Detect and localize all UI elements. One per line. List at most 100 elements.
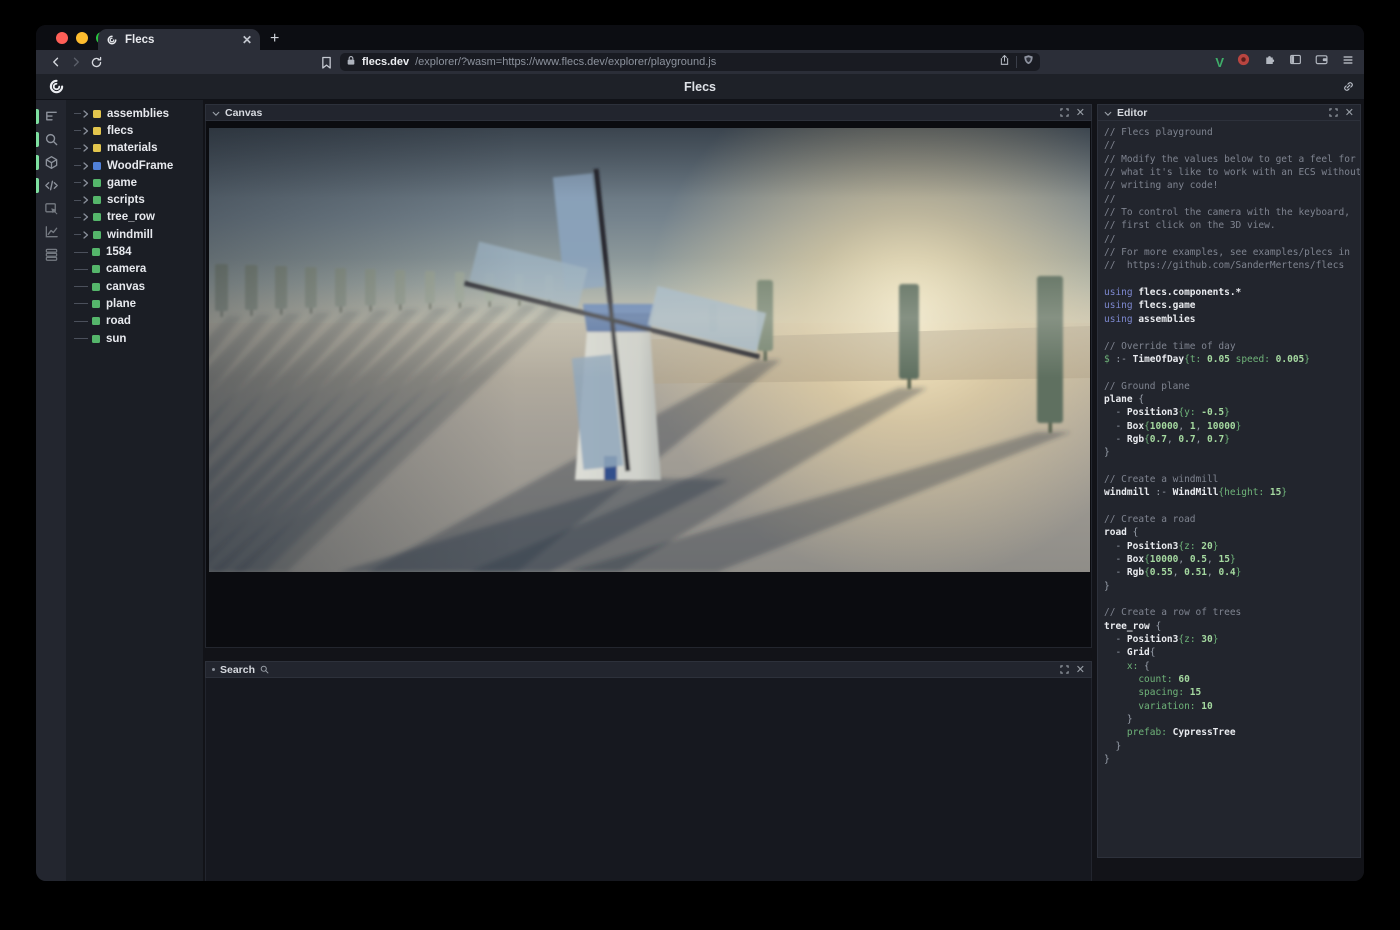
wallet-icon[interactable]	[1315, 53, 1329, 71]
tree-connector	[74, 165, 81, 166]
entity-tag-yellow	[93, 144, 101, 152]
editor-panel-body[interactable]: // Flecs playground//// Modify the value…	[1097, 121, 1361, 858]
entity-tag-blue	[93, 162, 101, 170]
browser-toolbar: flecs.dev/explorer/?wasm=https://www.fle…	[36, 50, 1364, 74]
tree-item-label: materials	[107, 142, 158, 154]
tree-item-label: canvas	[106, 281, 145, 293]
tree-item-label: game	[107, 177, 137, 189]
panel-bullet-icon[interactable]	[212, 668, 215, 671]
menu-icon[interactable]	[1342, 53, 1354, 71]
editor-panel-title: Editor	[1117, 107, 1147, 119]
url-domain: flecs.dev	[362, 56, 409, 68]
puzzle-icon[interactable]	[1263, 53, 1276, 71]
close-panel-icon[interactable]: ✕	[1076, 665, 1085, 675]
tree-item-camera[interactable]: camera	[66, 261, 203, 278]
minimize-window-button[interactable]	[76, 32, 88, 44]
tree-item-label: assemblies	[107, 108, 169, 120]
tree-item-label: 1584	[106, 246, 132, 258]
tree-item-label: road	[106, 315, 131, 327]
chevron-right-icon[interactable]	[83, 144, 89, 152]
tree-item-plane[interactable]: plane	[66, 295, 203, 312]
entity-tag-green	[93, 196, 101, 204]
tree-item-tree_row[interactable]: tree_row	[66, 209, 203, 226]
urlbar-divider	[1016, 56, 1017, 68]
expand-panel-icon[interactable]	[1060, 104, 1069, 122]
extension-v-icon[interactable]: V	[1215, 55, 1224, 70]
entity-tag-green	[92, 335, 100, 343]
tree-item-game[interactable]: game	[66, 174, 203, 191]
code-icon[interactable]	[36, 174, 66, 197]
expand-panel-icon[interactable]	[1329, 104, 1338, 122]
tree-item-label: sun	[106, 333, 126, 345]
browser-tab[interactable]: Flecs ✕	[98, 29, 260, 50]
page-header: Flecs	[36, 74, 1364, 100]
share-icon[interactable]	[999, 53, 1010, 71]
tree-connector	[74, 286, 88, 287]
chevron-right-icon[interactable]	[83, 196, 89, 204]
page-content: assemblies flecs materials WoodFrame game scr…	[36, 100, 1364, 881]
back-icon[interactable]	[46, 56, 66, 68]
close-panel-icon[interactable]: ✕	[1076, 108, 1085, 118]
canvas-panel-header: Canvas ✕	[205, 104, 1092, 121]
storage-icon[interactable]	[36, 243, 66, 266]
tree-item-road[interactable]: road	[66, 313, 203, 330]
inspect-icon[interactable]	[36, 197, 66, 220]
entity-tag-green	[92, 300, 100, 308]
tree-item-1584[interactable]: 1584	[66, 243, 203, 260]
sidebar-toggle-icon[interactable]	[1289, 53, 1302, 71]
bookmark-icon[interactable]	[321, 56, 332, 74]
search-icon[interactable]	[36, 128, 66, 151]
expand-panel-icon[interactable]	[1060, 661, 1069, 679]
chevron-right-icon[interactable]	[83, 110, 89, 118]
tree-connector	[74, 321, 88, 322]
entity-tree-icon[interactable]	[36, 105, 66, 128]
close-tab-icon[interactable]: ✕	[242, 33, 252, 47]
close-panel-icon[interactable]: ✕	[1345, 108, 1354, 118]
chevron-down-icon[interactable]	[212, 104, 220, 122]
new-tab-button[interactable]: +	[270, 30, 279, 48]
extension-red-icon[interactable]	[1237, 53, 1250, 71]
lock-icon	[346, 53, 356, 71]
tree-item-sun[interactable]: sun	[66, 330, 203, 347]
forward-icon[interactable]	[66, 56, 86, 68]
close-window-button[interactable]	[56, 32, 68, 44]
link-icon[interactable]	[1342, 80, 1355, 98]
tree-item-flecs[interactable]: flecs	[66, 122, 203, 139]
cube-icon[interactable]	[36, 151, 66, 174]
tab-title: Flecs	[125, 34, 235, 46]
chevron-right-icon[interactable]	[83, 213, 89, 221]
chevron-down-icon[interactable]	[1104, 104, 1112, 122]
editor-panel-header: Editor ✕	[1097, 104, 1361, 121]
address-bar[interactable]: flecs.dev/explorer/?wasm=https://www.fle…	[340, 53, 1040, 71]
search-panel-header: Search ✕	[205, 661, 1092, 678]
tree-connector	[74, 303, 88, 304]
entity-tag-green	[92, 317, 100, 325]
tree-item-assemblies[interactable]: assemblies	[66, 105, 203, 122]
tree-item-label: plane	[106, 298, 136, 310]
tab-strip: Flecs ✕ +	[36, 25, 1364, 50]
canvas-3d-scene[interactable]	[209, 128, 1090, 572]
chevron-right-icon[interactable]	[83, 162, 89, 170]
browser-window: Flecs ✕ + flecs.dev/explore	[36, 25, 1364, 881]
entity-tag-green	[93, 231, 101, 239]
entity-tag-yellow	[93, 127, 101, 135]
chevron-right-icon[interactable]	[83, 179, 89, 187]
search-panel-title: Search	[220, 664, 255, 676]
canvas-panel-body	[205, 121, 1092, 648]
chevron-right-icon[interactable]	[83, 127, 89, 135]
tree-item-canvas[interactable]: canvas	[66, 278, 203, 295]
brave-shield-icon[interactable]	[1023, 53, 1034, 71]
tree-item-label: camera	[106, 263, 146, 275]
chevron-right-icon[interactable]	[83, 231, 89, 239]
tree-item-scripts[interactable]: scripts	[66, 191, 203, 208]
tree-item-WoodFrame[interactable]: WoodFrame	[66, 157, 203, 174]
search-panel-body[interactable]	[205, 678, 1092, 881]
tree-item-windmill[interactable]: windmill	[66, 226, 203, 243]
entity-tag-green	[93, 179, 101, 187]
entity-tag-green	[92, 248, 100, 256]
reload-icon[interactable]	[86, 56, 106, 69]
tree-item-materials[interactable]: materials	[66, 140, 203, 157]
tree-connector	[74, 182, 81, 183]
stats-icon[interactable]	[36, 220, 66, 243]
code-editor[interactable]: // Flecs playground//// Modify the value…	[1104, 126, 1360, 767]
